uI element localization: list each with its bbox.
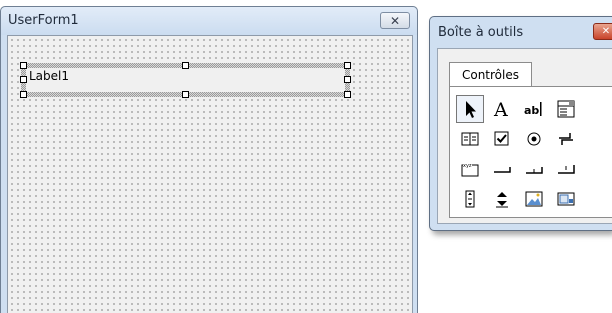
refedit-icon[interactable] bbox=[552, 185, 580, 213]
userform-title: UserForm1 bbox=[8, 13, 79, 28]
tool-palette: A ab xyz bbox=[449, 86, 612, 218]
label-control[interactable]: Label1 bbox=[20, 62, 351, 98]
label-icon[interactable]: A bbox=[488, 95, 516, 123]
svg-text:xyz: xyz bbox=[463, 163, 472, 169]
resize-handle-e[interactable] bbox=[344, 76, 351, 83]
scrollbar-icon[interactable] bbox=[456, 185, 484, 213]
userform-close-button[interactable]: ✕ bbox=[380, 12, 410, 29]
resize-handle-ne[interactable] bbox=[344, 62, 351, 69]
resize-handle-s[interactable] bbox=[182, 91, 189, 98]
spinbutton-icon[interactable] bbox=[488, 185, 516, 213]
resize-handle-w[interactable] bbox=[20, 76, 27, 83]
togglebutton-icon[interactable] bbox=[552, 125, 580, 153]
resize-handle-sw[interactable] bbox=[20, 91, 27, 98]
commandbutton-icon[interactable] bbox=[488, 155, 516, 183]
textbox-icon[interactable]: ab bbox=[520, 95, 548, 123]
checkbox-icon[interactable] bbox=[488, 125, 516, 153]
combobox-icon[interactable] bbox=[552, 95, 580, 123]
toolbox-title: Boîte à outils bbox=[438, 25, 524, 40]
close-icon: ✕ bbox=[389, 13, 401, 28]
userform-window: UserForm1 ✕ Label1 bbox=[0, 6, 418, 313]
svg-text:A: A bbox=[493, 99, 508, 119]
userform-canvas[interactable]: Label1 bbox=[7, 35, 413, 313]
label-caption: Label1 bbox=[29, 69, 70, 83]
resize-handle-n[interactable] bbox=[182, 62, 189, 69]
toolbox-panel: Contrôles A ab xyz bbox=[437, 48, 612, 224]
resize-handle-nw[interactable] bbox=[20, 62, 27, 69]
toolbox-window: Boîte à outils ✕ Contrôles A ab xyz bbox=[429, 16, 612, 231]
userform-titlebar[interactable]: UserForm1 ✕ bbox=[1, 7, 417, 35]
toolbox-close-button[interactable]: ✕ bbox=[593, 23, 612, 40]
svg-text:ab: ab bbox=[524, 104, 539, 117]
image-icon[interactable] bbox=[520, 185, 548, 213]
listbox-icon[interactable] bbox=[456, 125, 484, 153]
frame-icon[interactable]: xyz bbox=[456, 155, 484, 183]
multipage-icon[interactable] bbox=[552, 155, 580, 183]
close-icon: ✕ bbox=[601, 25, 611, 37]
resize-handle-se[interactable] bbox=[344, 91, 351, 98]
tab-controles[interactable]: Contrôles bbox=[449, 62, 532, 87]
pointer-icon[interactable] bbox=[456, 95, 484, 123]
optionbutton-icon[interactable] bbox=[520, 125, 548, 153]
tabstrip-icon[interactable] bbox=[520, 155, 548, 183]
